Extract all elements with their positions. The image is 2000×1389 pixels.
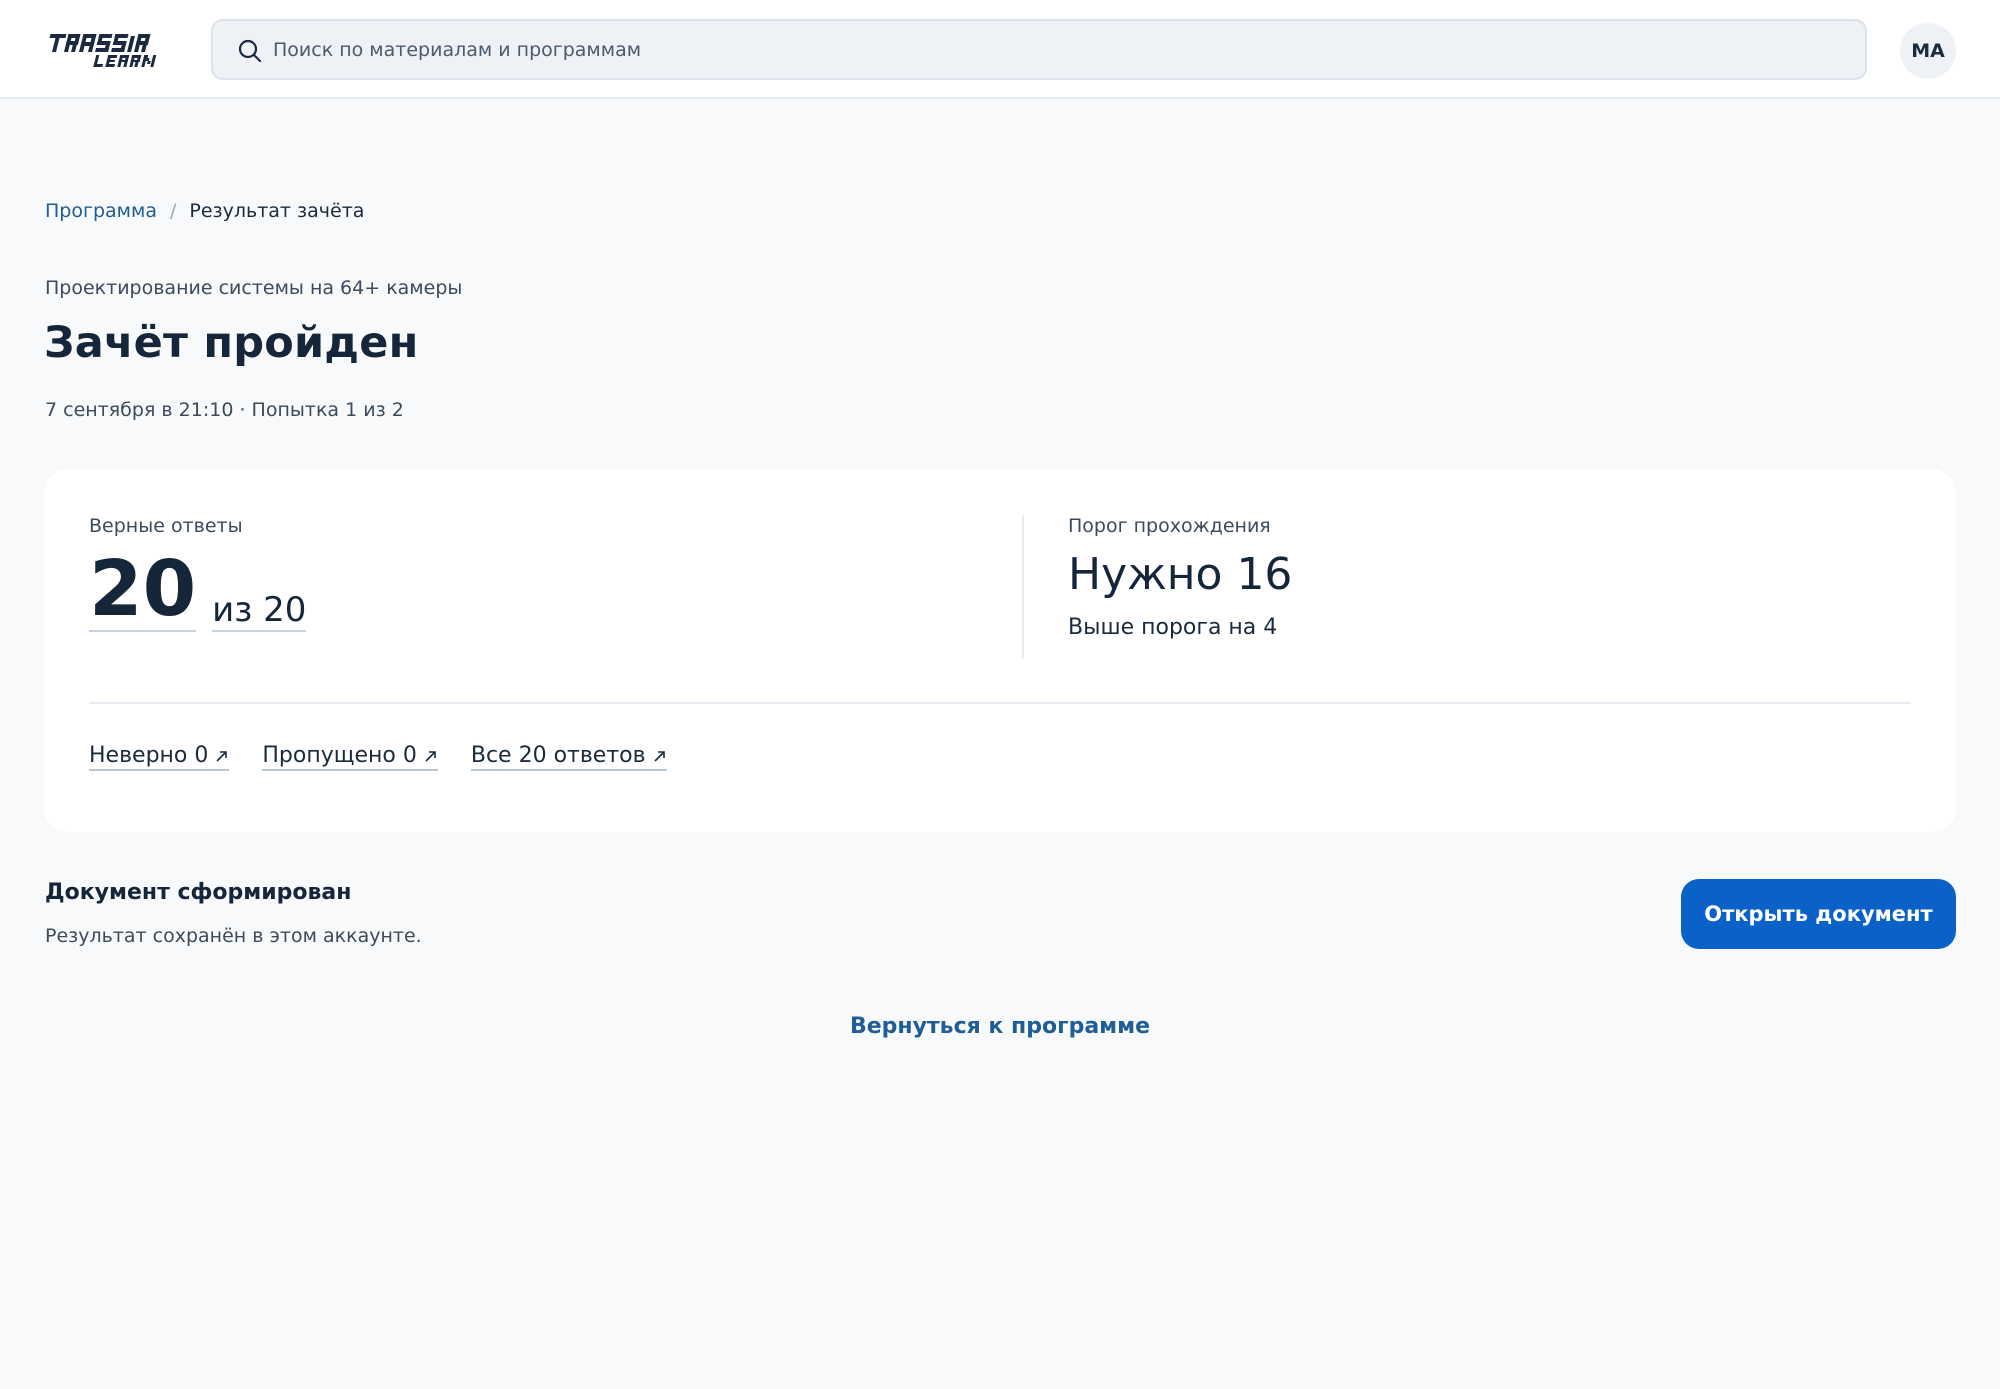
document-title: Документ сформирован [45,880,352,905]
page-title: Зачёт пройден [44,318,419,368]
external-arrow-icon [425,750,436,762]
filter-wrong-link[interactable]: Неверно 0 [89,743,230,771]
document-subtitle: Результат сохранён в этом аккаунте. [45,925,422,947]
threshold-value: Нужно 16 [1068,549,1293,600]
top-header: MA [0,0,2000,99]
threshold-note: Выше порога на 4 [1068,615,1278,640]
filter-skipped-label: Пропущено 0 [262,743,417,768]
search-bar[interactable] [211,19,1867,80]
open-document-button[interactable]: Открыть документ [1681,879,1956,949]
back-to-program-row: Вернуться к программе [0,1014,2000,1039]
score-value: 20 [89,545,197,634]
filter-all-link[interactable]: Все 20 ответов [470,743,667,771]
answer-filters: Неверно 0 Пропущено 0 Все 20 ответов [89,743,667,771]
attempt-meta: 7 сентября в 21:10 · Попытка 1 из 2 [45,399,404,421]
threshold-label: Порог прохождения [1068,515,1271,537]
back-to-program-link[interactable]: Вернуться к программе [850,1014,1150,1039]
breadcrumb-link-program[interactable]: Программа [45,200,157,222]
external-arrow-icon [216,750,228,762]
user-avatar[interactable]: MA [1900,23,1956,79]
search-input[interactable] [273,21,1833,78]
breadcrumb-current: Результат зачёта [189,200,365,222]
trassir-learn-logo-icon [49,34,157,67]
correct-answers-label: Верные ответы [89,515,243,537]
filter-wrong-label: Неверно 0 [89,743,209,768]
card-horizontal-divider [89,702,1911,704]
score-row: 20 из 20 [89,550,1009,632]
program-name: Проектирование системы на 64+ камеры [45,277,463,299]
filter-skipped-link[interactable]: Пропущено 0 [262,743,438,771]
correct-answers-block: Верные ответы 20 из 20 [89,515,1009,632]
search-icon [238,39,262,63]
card-vertical-divider [1022,515,1024,659]
external-arrow-icon [654,750,665,762]
score-total: из 20 [212,590,307,632]
filter-all-label: Все 20 ответов [470,743,646,768]
breadcrumb: Программа / Результат зачёта [45,197,364,225]
result-card: Верные ответы 20 из 20 Порог прохождения… [44,469,1956,832]
breadcrumb-separator: / [169,200,177,222]
trassir-learn-logo[interactable] [44,24,180,74]
threshold-block: Порог прохождения Нужно 16 Выше порога н… [1068,515,1888,640]
